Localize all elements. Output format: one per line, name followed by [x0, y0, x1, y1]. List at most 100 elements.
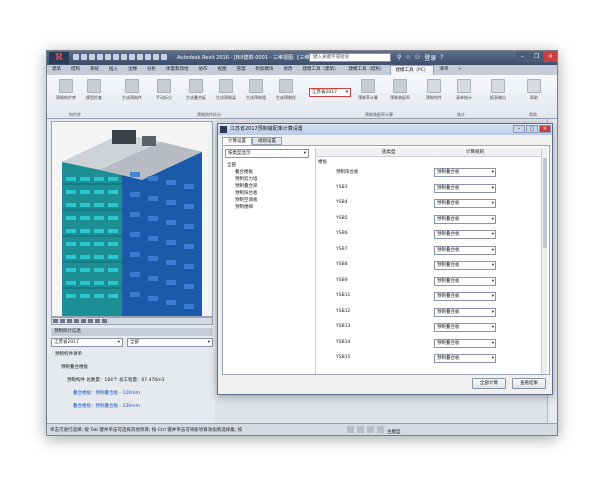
ribbon-button[interactable]: 报表输出 — [483, 79, 513, 111]
table-row[interactable]: 预制阳台板 预制叠合板 ▾ — [316, 166, 542, 180]
calc-method-select[interactable]: 预制叠合板 ▾ — [434, 323, 496, 332]
close-button[interactable]: × — [544, 52, 557, 62]
status-model-label[interactable]: 主模型 — [387, 426, 401, 435]
section-icon[interactable] — [137, 54, 143, 60]
print-icon[interactable] — [105, 54, 111, 60]
tab-14[interactable]: 建模工具（PC） — [389, 65, 435, 75]
view-3d-icon[interactable] — [129, 54, 135, 60]
tab-16[interactable]: » — [453, 65, 466, 75]
ribbon-button[interactable]: 预制率计算 — [353, 79, 383, 111]
table-row[interactable]: YSB14 预制叠合板 ▾ — [316, 337, 542, 351]
hide-icon[interactable] — [95, 319, 100, 323]
measure-icon[interactable] — [113, 54, 119, 60]
column-header-method[interactable]: 计算规则 — [466, 148, 484, 157]
design-option-icon[interactable] — [367, 426, 374, 433]
filter-icon[interactable] — [377, 426, 384, 433]
switch-window-icon[interactable] — [161, 54, 167, 60]
calc-method-select[interactable]: 预制叠合板 ▾ — [434, 354, 496, 363]
sun-path-icon[interactable] — [74, 319, 79, 323]
thin-lines-icon[interactable] — [145, 54, 151, 60]
calc-method-select[interactable]: 预制叠合板 ▾ — [434, 199, 496, 208]
tab-15[interactable]: 清单 — [434, 65, 453, 75]
tree-item[interactable]: 预制剪力墙 — [235, 176, 258, 182]
table-row[interactable]: YSB15 预制叠合板 ▾ — [316, 352, 542, 366]
temp-hide-icon[interactable] — [102, 319, 107, 323]
tab-6[interactable]: 体量和场地 — [161, 65, 194, 75]
ribbon-button[interactable]: 生成预制墙 — [241, 79, 271, 111]
tab-5[interactable]: 分析 — [142, 65, 161, 75]
tab-13[interactable]: 建模工具（结构） — [344, 65, 390, 75]
tree-item[interactable]: 叠合楼板 — [235, 169, 253, 175]
ribbon-button[interactable]: 预制装配率 — [385, 79, 415, 111]
calc-method-select[interactable]: 预制叠合板 ▾ — [434, 292, 496, 301]
tab-calc-settings[interactable]: 计算设置 — [222, 137, 252, 145]
calculate-all-button[interactable]: 全部计算 — [472, 378, 506, 389]
ribbon-button[interactable]: 生成叠合板 — [181, 79, 211, 111]
binoculars-icon[interactable]: ⚲ — [397, 54, 401, 61]
tab-1[interactable]: 结构 — [66, 65, 85, 75]
tree-item[interactable]: 预制楼梯 — [235, 204, 253, 210]
tab-8[interactable]: 视图 — [213, 65, 232, 75]
tab-2[interactable]: 系统 — [85, 65, 104, 75]
dialog-maximize-button[interactable]: □ — [526, 125, 538, 133]
workset-icon[interactable] — [347, 426, 354, 433]
tree-node[interactable]: 预制构件 总数量：184个 总工程量：67.470m3 — [67, 377, 164, 383]
calc-method-select[interactable]: 预制叠合板 ▾ — [434, 276, 496, 286]
star-icon[interactable]: ☆ — [405, 54, 410, 61]
calc-method-select[interactable]: 预制叠合板 ▾ — [434, 230, 496, 239]
calc-method-select[interactable]: 预制叠合板 ▾ — [434, 261, 496, 270]
tree-leaf-link[interactable]: 叠合楼板：预制叠合板 - 120mm — [73, 390, 140, 396]
tab-4[interactable]: 注释 — [123, 65, 142, 75]
tree-root[interactable]: 全部 — [227, 162, 236, 168]
tab-10[interactable]: 附加模块 — [251, 65, 279, 75]
grid-scrollbar[interactable] — [541, 148, 547, 374]
calc-method-select[interactable]: 预制叠合板 ▾ — [434, 168, 496, 177]
filter-select[interactable]: 按类型显示 ▾ — [225, 149, 309, 158]
shadows-icon[interactable] — [81, 319, 86, 323]
crop-icon[interactable] — [88, 319, 93, 323]
ribbon-button[interactable]: 手动拆分 — [149, 79, 179, 111]
tab-12[interactable]: 建模工具（建筑） — [298, 65, 344, 75]
stats-scope-select[interactable]: 全部 ▾ — [127, 338, 213, 347]
calc-method-select[interactable]: 预制叠合板 ▾ — [434, 183, 496, 193]
app-logo[interactable]: R — [49, 52, 69, 64]
tab-7[interactable]: 协作 — [194, 65, 213, 75]
ribbon-button[interactable]: 生成预制柱 — [271, 79, 301, 111]
scroll-thumb[interactable] — [543, 158, 547, 248]
tab-3[interactable]: 插入 — [104, 65, 123, 75]
tab-rule-settings[interactable]: 规则设置 — [252, 137, 282, 145]
dialog-close-button[interactable]: × — [539, 125, 551, 133]
calc-method-select[interactable]: 预制叠合板 ▾ — [434, 338, 496, 348]
restore-button[interactable]: ❐ — [530, 52, 543, 62]
3d-view[interactable] — [51, 121, 213, 317]
table-row[interactable]: YSB9 预制叠合板 ▾ — [316, 275, 542, 289]
ribbon-button[interactable]: 清单统计 — [449, 79, 479, 111]
ribbon-button[interactable]: 帮助 — [519, 79, 549, 111]
tab-11[interactable]: 修改 — [279, 65, 298, 75]
calc-method-select[interactable]: 预制叠合板 ▾ — [434, 245, 496, 255]
open-icon[interactable] — [73, 54, 79, 60]
close-views-icon[interactable] — [153, 54, 159, 60]
ribbon-button[interactable]: 预制构件 — [419, 79, 449, 111]
search-input[interactable]: 键入关键字或短语 — [309, 53, 391, 62]
minimize-button[interactable]: – — [516, 52, 529, 62]
detail-level-icon[interactable] — [60, 319, 65, 323]
column-header-type[interactable]: 族类型 — [382, 148, 396, 157]
stats-standard-select[interactable]: 江苏省2017 ▾ — [51, 338, 123, 347]
save-icon[interactable] — [81, 54, 87, 60]
tree-leaf-link[interactable]: 叠合楼板：预制叠合板 - 130mm — [73, 403, 140, 409]
table-row[interactable]: YSB13 预制叠合板 ▾ — [316, 321, 542, 335]
calc-method-select[interactable]: 预制叠合板 ▾ — [434, 214, 496, 224]
ribbon-button[interactable]: 预制构件库 — [51, 79, 81, 111]
redo-icon[interactable] — [97, 54, 103, 60]
table-row[interactable]: YSB12 预制叠合板 ▾ — [316, 306, 542, 320]
scale-icon[interactable] — [53, 319, 58, 323]
help-icon[interactable]: ? — [440, 54, 443, 61]
tab-9[interactable]: 管理 — [232, 65, 251, 75]
ribbon-button[interactable]: 生成预制梁 — [211, 79, 241, 111]
table-row[interactable]: YSB3 预制叠合板 ▾ — [316, 182, 542, 196]
table-row[interactable]: YSB6 预制叠合板 ▾ — [316, 228, 542, 242]
visual-style-icon[interactable] — [67, 319, 72, 323]
calc-method-select[interactable]: 预制叠合板 ▾ — [434, 307, 496, 317]
tree-item[interactable]: 预制叠合梁 — [235, 183, 258, 189]
